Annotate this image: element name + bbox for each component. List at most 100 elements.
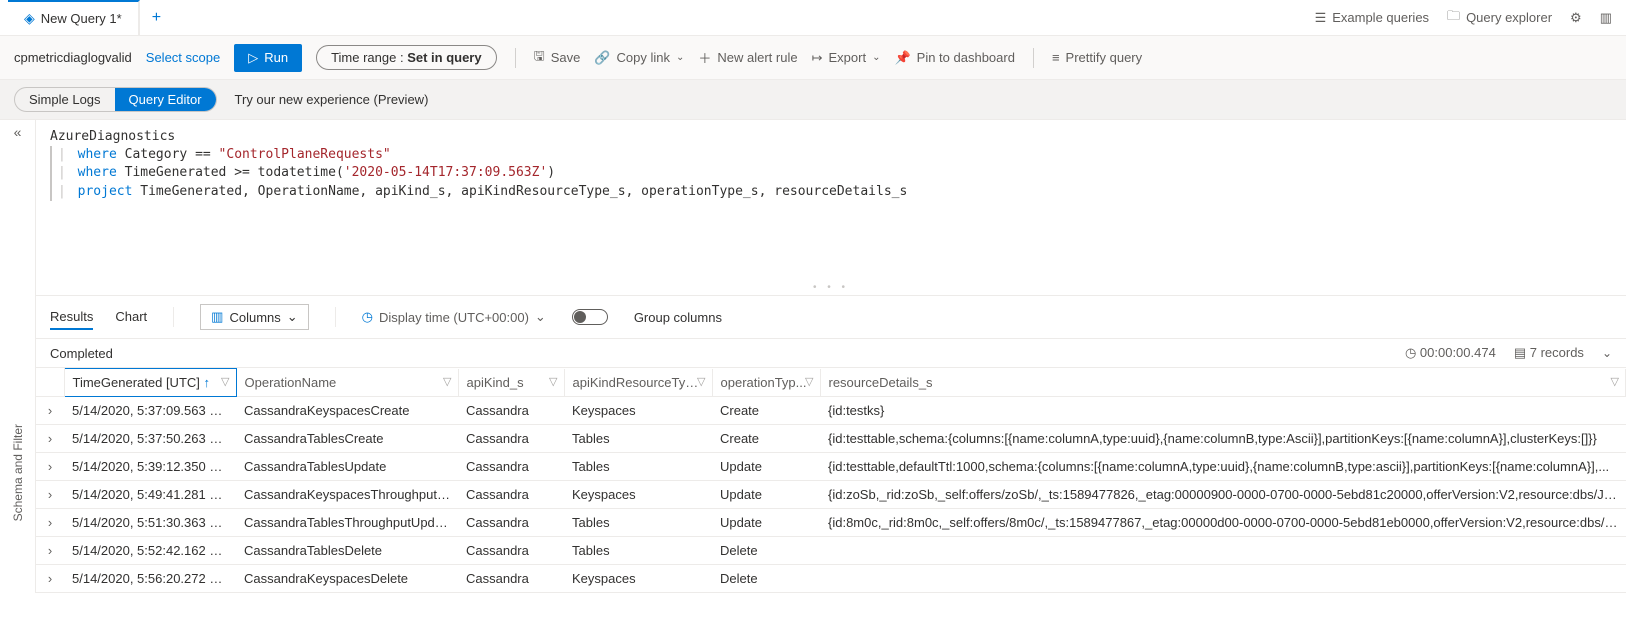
preview-link[interactable]: Try our new experience (Preview) <box>235 92 429 107</box>
separator <box>173 307 174 327</box>
cell-operation: CassandraTablesDelete <box>236 537 458 565</box>
export-button[interactable]: ↦Export⌄ <box>812 50 881 66</box>
simple-logs-tab[interactable]: Simple Logs <box>15 88 115 111</box>
col-type[interactable]: operationTyp...▽ <box>712 369 820 397</box>
tab-bar: ◈ New Query 1* + ☰ Example queries 🗀 Que… <box>0 0 1626 36</box>
gear-icon[interactable]: ⚙ <box>1570 10 1582 26</box>
display-time[interactable]: ◷ Display time (UTC+00:00) ⌄ <box>362 309 546 325</box>
query-editor[interactable]: AzureDiagnostics | where Category == "Co… <box>36 120 1626 280</box>
prettify-label: Prettify query <box>1066 50 1143 65</box>
display-time-label: Display time (UTC+00:00) <box>379 310 529 325</box>
pin-button[interactable]: 📌 Pin to dashboard <box>894 50 1014 66</box>
separator <box>335 307 336 327</box>
filter-icon[interactable]: ▽ <box>443 375 451 388</box>
elapsed-time: ◷ 00:00:00.474 <box>1405 345 1496 361</box>
plus-icon: ＋ <box>698 48 711 67</box>
col-kind[interactable]: apiKind_s▽ <box>458 369 564 397</box>
chevron-down-icon: ⌄ <box>287 309 298 325</box>
expand-row-icon[interactable]: › <box>36 453 64 481</box>
play-icon: ▷ <box>248 50 258 66</box>
results-header: Results Chart ▥ Columns ⌄ ◷ Display time… <box>36 295 1626 338</box>
table-row: ›5/14/2020, 5:52:42.162 PMCassandraTable… <box>36 537 1626 565</box>
new-tab-button[interactable]: + <box>140 9 173 27</box>
query-editor-tab[interactable]: Query Editor <box>115 88 216 111</box>
cell-time: 5/14/2020, 5:39:12.350 PM <box>64 453 236 481</box>
group-toggle[interactable] <box>572 309 608 325</box>
save-icon: 🖫 <box>534 47 545 69</box>
cell-resource: Keyspaces <box>564 481 712 509</box>
expand-row-icon[interactable]: › <box>36 425 64 453</box>
filter-icon[interactable]: ▽ <box>221 375 229 388</box>
pin-icon: 📌 <box>894 50 910 66</box>
run-label: Run <box>264 50 288 65</box>
pin-label: Pin to dashboard <box>917 50 1015 65</box>
expand-row-icon[interactable]: › <box>36 537 64 565</box>
cell-operation: CassandraTablesThroughputUpdate <box>236 509 458 537</box>
new-alert-button[interactable]: ＋New alert rule <box>698 48 797 67</box>
code-string: "ControlPlaneRequests" <box>219 147 391 162</box>
cell-time: 5/14/2020, 5:52:42.162 PM <box>64 537 236 565</box>
example-queries-label: Example queries <box>1332 10 1429 25</box>
example-queries-link[interactable]: ☰ Example queries <box>1315 10 1429 26</box>
drag-handle[interactable]: • • • <box>36 280 1626 295</box>
cell-operation: CassandraKeyspacesDelete <box>236 565 458 593</box>
filter-icon[interactable]: ▽ <box>549 375 557 388</box>
cell-kind: Cassandra <box>458 397 564 425</box>
mode-toggle: Simple Logs Query Editor <box>14 87 217 112</box>
query-explorer-label: Query explorer <box>1466 10 1552 25</box>
cell-time: 5/14/2020, 5:49:41.281 PM <box>64 481 236 509</box>
cell-kind: Cassandra <box>458 537 564 565</box>
group-label: Group columns <box>634 310 722 325</box>
code-text: TimeGenerated >= todatetime( <box>117 165 344 180</box>
query-explorer-link[interactable]: 🗀 Query explorer <box>1447 7 1552 29</box>
separator <box>1033 48 1034 68</box>
copy-link-button[interactable]: 🔗Copy link⌄ <box>594 50 684 66</box>
columns-icon: ▥ <box>211 309 223 325</box>
collapse-icon[interactable]: « <box>14 124 22 140</box>
cell-kind: Cassandra <box>458 425 564 453</box>
cell-operation: CassandraKeyspacesThroughputUpdate <box>236 481 458 509</box>
table-row: ›5/14/2020, 5:49:41.281 PMCassandraKeysp… <box>36 481 1626 509</box>
save-button[interactable]: 🖫Save <box>534 47 581 69</box>
panel-icon[interactable]: ▥ <box>1600 10 1612 26</box>
time-range-pill[interactable]: Time range : Set in query <box>316 45 497 70</box>
expand-row-icon[interactable]: › <box>36 565 64 593</box>
sort-asc-icon: ↑ <box>204 375 211 390</box>
col-resource[interactable]: apiKindResourceType_s▽ <box>564 369 712 397</box>
results-table: TimeGenerated [UTC] ↑▽ OperationName▽ ap… <box>36 368 1626 593</box>
tab-active[interactable]: ◈ New Query 1* <box>8 0 140 35</box>
filter-icon[interactable]: ▽ <box>697 375 705 388</box>
chart-tab[interactable]: Chart <box>115 305 147 330</box>
col-details[interactable]: resourceDetails_s▽ <box>820 369 1626 397</box>
expand-row-icon[interactable]: › <box>36 481 64 509</box>
side-rail: « Schema and Filter <box>0 120 36 593</box>
cell-time: 5/14/2020, 5:51:30.363 PM <box>64 509 236 537</box>
col-time[interactable]: TimeGenerated [UTC] ↑▽ <box>64 369 236 397</box>
cell-type: Create <box>712 425 820 453</box>
side-rail-label[interactable]: Schema and Filter <box>11 424 25 521</box>
prettify-button[interactable]: ≡Prettify query <box>1052 50 1142 65</box>
col-operation[interactable]: OperationName▽ <box>236 369 458 397</box>
columns-button[interactable]: ▥ Columns ⌄ <box>200 304 309 330</box>
chevron-down-icon: ⌄ <box>676 52 684 63</box>
filter-icon[interactable]: ▽ <box>805 375 813 388</box>
scope-name: cpmetricdiaglogvalid <box>14 50 132 65</box>
cell-details <box>820 537 1626 565</box>
list-icon: ☰ <box>1315 10 1327 26</box>
export-label: Export <box>829 50 867 65</box>
expand-row-icon[interactable]: › <box>36 397 64 425</box>
results-table-wrap: TimeGenerated [UTC] ↑▽ OperationName▽ ap… <box>36 367 1626 593</box>
results-tab[interactable]: Results <box>50 305 93 330</box>
select-scope-link[interactable]: Select scope <box>146 50 220 65</box>
chevron-down-icon: ⌄ <box>872 52 880 63</box>
expand-chevron-icon[interactable]: ⌄ <box>1602 346 1612 360</box>
cell-operation: CassandraKeyspacesCreate <box>236 397 458 425</box>
run-button[interactable]: ▷ Run <box>234 44 302 72</box>
cell-type: Update <box>712 453 820 481</box>
filter-icon[interactable]: ▽ <box>1611 375 1619 388</box>
expand-row-icon[interactable]: › <box>36 509 64 537</box>
table-row: ›5/14/2020, 5:56:20.272 PMCassandraKeysp… <box>36 565 1626 593</box>
time-range-value: Set in query <box>407 50 481 65</box>
code-text: Category == <box>117 147 219 162</box>
clock-icon: ◷ <box>362 309 373 325</box>
